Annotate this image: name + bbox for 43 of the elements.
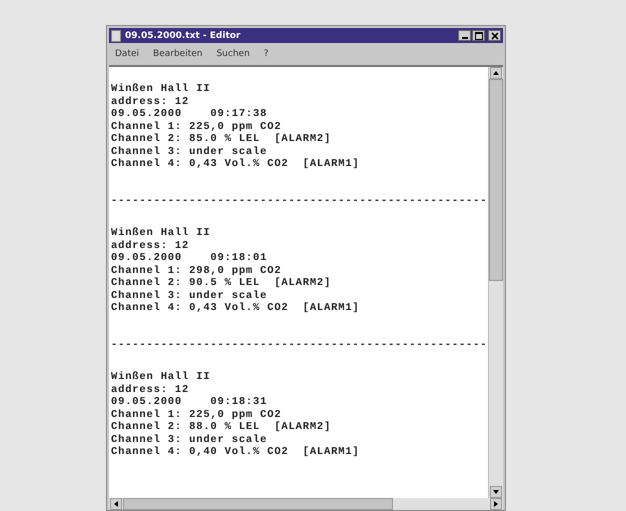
text-line: Channel 4: 0,43 Vol.% CO2 [ALARM1] [111, 158, 361, 170]
maximize-button[interactable] [472, 30, 485, 41]
maximize-icon [474, 32, 482, 40]
document-icon [111, 30, 121, 42]
text-line: 09.05.2000 09:18:31 [111, 396, 268, 408]
text-line: Channel 3: under scale [111, 290, 268, 302]
text-line: Channel 2: 88.0 % LEL [ALARM2] [111, 421, 332, 434]
text-line: address: 12 [111, 240, 190, 252]
scroll-up-icon[interactable] [490, 67, 502, 79]
menu-item[interactable]: Datei [115, 49, 140, 59]
scroll-thumb[interactable] [489, 79, 503, 281]
text-line: Channel 2: 90.5 % LEL [ALARM2] [111, 277, 332, 290]
text-line: Channel 4: 0,43 Vol.% CO2 [ALARM1] [111, 302, 361, 314]
window-title: 09.05.2000.txt - Editor [125, 30, 242, 40]
vertical-scrollbar[interactable] [488, 67, 503, 498]
text-line: Channel 3: under scale [111, 146, 268, 158]
close-button[interactable] [488, 30, 501, 41]
text-line: Channel 2: 85.0 % LEL [ALARM2] [111, 133, 332, 146]
scroll-left-icon[interactable] [110, 498, 122, 510]
text-line: address: 12 [111, 384, 190, 396]
menu-item[interactable]: ? [264, 49, 269, 59]
scroll-down-icon[interactable] [490, 486, 502, 498]
text-line: Channel 1: 225,0 ppm CO2 [111, 120, 282, 133]
text-line: Winßen Hall II [111, 83, 212, 96]
text-line: 09.05.2000 09:18:01 [111, 252, 268, 264]
text-line: Channel 3: under scale [111, 434, 268, 446]
text-line: 09.05.2000 09:17:38 [111, 108, 268, 120]
text-line: address: 12 [111, 96, 190, 108]
separator-line: ----------------------------------------------------- [111, 194, 488, 207]
text-line: Winßen Hall II [111, 227, 212, 240]
menu-item[interactable]: Bearbeiten [153, 49, 202, 59]
close-icon [490, 32, 498, 40]
menu-item[interactable]: Suchen [216, 49, 250, 59]
text-line: Channel 1: 225,0 ppm CO2 [111, 408, 282, 421]
text-line: Channel 4: 0,40 Vol.% CO2 [ALARM1] [111, 446, 361, 458]
scroll-right-icon[interactable] [490, 498, 502, 510]
minimize-icon [462, 37, 468, 39]
minimize-button[interactable] [458, 30, 471, 41]
text-line: Channel 1: 298,0 ppm CO2 [111, 264, 282, 277]
horizontal-scrollbar[interactable] [109, 498, 503, 510]
separator-line: ----------------------------------------------------- [111, 338, 488, 351]
text-line: Winßen Hall II [111, 371, 212, 384]
scroll-thumb[interactable] [123, 498, 393, 510]
